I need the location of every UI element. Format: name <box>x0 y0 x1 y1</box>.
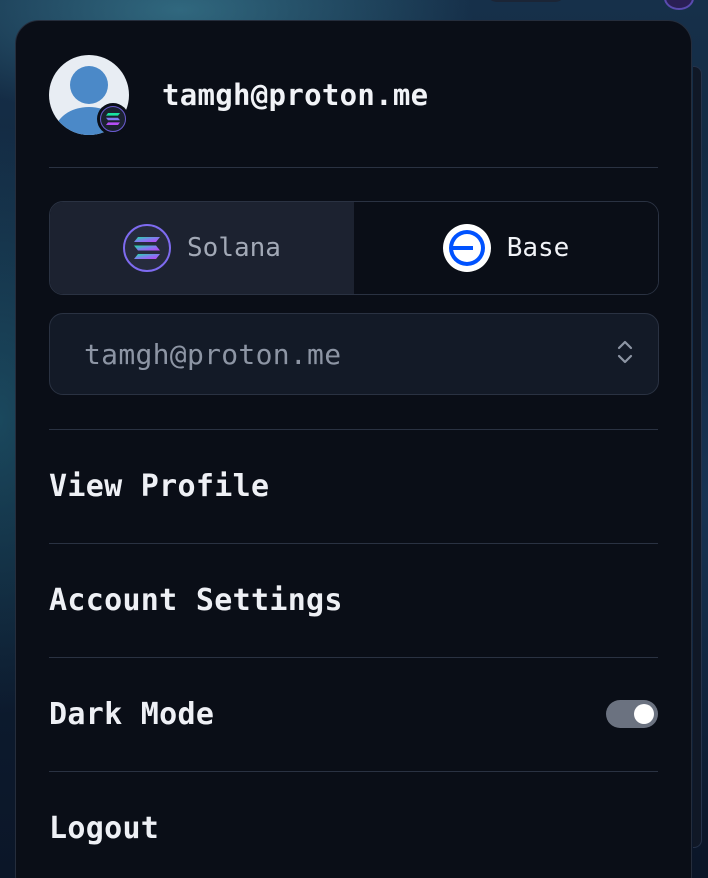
account-email: tamgh@proton.me <box>162 78 429 112</box>
chain-option-solana[interactable]: Solana <box>50 202 354 294</box>
account-dropdown-panel: tamgh@proton.me Solana Base tamgh@proton… <box>15 20 692 878</box>
wallet-select[interactable]: tamgh@proton.me <box>49 313 659 395</box>
menu-item-label: Logout <box>49 810 160 846</box>
background-card-edge <box>693 66 702 848</box>
avatar <box>49 55 129 135</box>
dark-mode-toggle[interactable] <box>606 700 658 728</box>
toggle-knob <box>634 704 654 724</box>
dark-mode-item: Dark Mode <box>49 658 658 770</box>
logout-item[interactable]: Logout <box>49 772 658 878</box>
chevron-up-down-icon <box>616 337 634 371</box>
divider <box>49 167 658 168</box>
account-header: tamgh@proton.me <box>49 55 658 135</box>
menu-item-label: View Profile <box>49 468 270 504</box>
solana-icon <box>123 224 172 272</box>
wallet-select-value: tamgh@proton.me <box>84 337 342 371</box>
header-pill <box>486 0 566 2</box>
chain-option-label: Solana <box>187 233 281 263</box>
view-profile-item[interactable]: View Profile <box>49 430 658 542</box>
menu-item-label: Dark Mode <box>49 696 215 732</box>
solana-badge-icon <box>97 103 129 135</box>
chain-option-base[interactable]: Base <box>354 202 658 294</box>
menu-item-label: Account Settings <box>49 582 343 618</box>
base-icon <box>442 224 491 272</box>
chain-option-label: Base <box>506 233 570 263</box>
chain-switcher: Solana Base <box>49 201 659 295</box>
account-settings-item[interactable]: Account Settings <box>49 544 658 656</box>
